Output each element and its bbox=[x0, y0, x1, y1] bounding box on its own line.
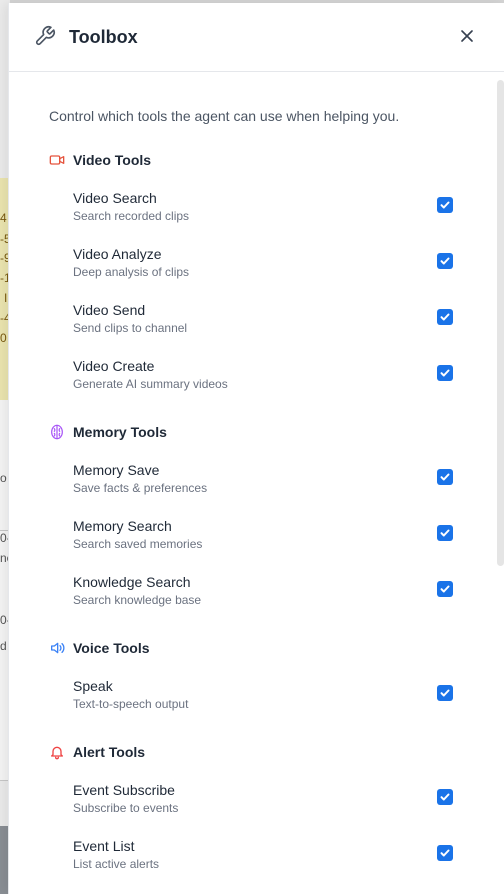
wrench-icon bbox=[35, 26, 55, 46]
tool-description: List active alerts bbox=[73, 857, 160, 871]
video-send-checkbox[interactable] bbox=[437, 309, 453, 325]
tool-name: Memory Search bbox=[73, 518, 172, 534]
video-create-checkbox[interactable] bbox=[437, 365, 453, 381]
tool-description: Send clips to channel bbox=[73, 321, 188, 335]
speaker-icon bbox=[51, 642, 65, 654]
checkmark-icon bbox=[440, 473, 450, 481]
checkmark-icon bbox=[440, 689, 450, 697]
tool-speak: Speak Text-to-speech output bbox=[73, 678, 473, 718]
tool-description: Subscribe to events bbox=[73, 801, 179, 815]
tool-knowledge-search: Knowledge Search Search knowledge base bbox=[73, 574, 473, 614]
panel-body: Control which tools the agent can use wh… bbox=[9, 72, 504, 893]
scrollbar[interactable] bbox=[497, 80, 504, 566]
panel-title: Toolbox bbox=[69, 27, 138, 47]
tool-name: Video Search bbox=[73, 190, 157, 206]
event-subscribe-checkbox[interactable] bbox=[437, 789, 453, 805]
checkmark-icon bbox=[440, 369, 450, 377]
tool-video-create: Video Create Generate AI summary videos bbox=[73, 358, 473, 398]
video-search-checkbox[interactable] bbox=[437, 197, 453, 213]
tool-description: Save facts & preferences bbox=[73, 481, 208, 495]
tool-event-list: Event List List active alerts bbox=[73, 838, 473, 878]
tool-description: Search knowledge base bbox=[73, 593, 202, 607]
memory-save-checkbox[interactable] bbox=[437, 469, 453, 485]
brain-icon bbox=[51, 424, 63, 440]
tool-event-subscribe: Event Subscribe Subscribe to events bbox=[73, 782, 473, 822]
speak-checkbox[interactable] bbox=[437, 685, 453, 701]
intro-text: Control which tools the agent can use wh… bbox=[49, 108, 400, 124]
section-memory-tools: Memory Tools bbox=[49, 423, 167, 441]
tool-video-send: Video Send Send clips to channel bbox=[73, 302, 473, 342]
background-text: 0 bbox=[0, 331, 7, 345]
tool-name: Event Subscribe bbox=[73, 782, 175, 798]
checkmark-icon bbox=[440, 201, 450, 209]
memory-search-checkbox[interactable] bbox=[437, 525, 453, 541]
tool-memory-save: Memory Save Save facts & preferences bbox=[73, 462, 473, 502]
tool-name: Video Analyze bbox=[73, 246, 162, 262]
video-analyze-checkbox[interactable] bbox=[437, 253, 453, 269]
section-alert-tools: Alert Tools bbox=[49, 743, 145, 761]
video-camera-icon bbox=[49, 155, 65, 165]
checkmark-icon bbox=[440, 257, 450, 265]
background-text: I bbox=[4, 291, 8, 305]
tool-description: Text-to-speech output bbox=[73, 697, 189, 711]
tool-name: Speak bbox=[73, 678, 113, 694]
toolbox-panel: Toolbox Control which tools the agent ca… bbox=[8, 3, 504, 894]
section-title: Memory Tools bbox=[73, 424, 167, 440]
tool-description: Search saved memories bbox=[73, 537, 203, 551]
tool-name: Event List bbox=[73, 838, 135, 854]
checkmark-icon bbox=[440, 793, 450, 801]
section-voice-tools: Voice Tools bbox=[49, 639, 150, 657]
tool-description: Generate AI summary videos bbox=[73, 377, 228, 391]
tool-memory-search: Memory Search Search saved memories bbox=[73, 518, 473, 558]
tool-video-search: Video Search Search recorded clips bbox=[73, 190, 473, 230]
section-title: Alert Tools bbox=[73, 744, 146, 760]
tool-video-analyze: Video Analyze Deep analysis of clips bbox=[73, 246, 473, 286]
close-icon[interactable] bbox=[457, 26, 477, 46]
checkmark-icon bbox=[440, 585, 450, 593]
tool-name: Memory Save bbox=[73, 462, 160, 478]
bell-icon bbox=[51, 746, 63, 760]
section-video-tools: Video Tools bbox=[49, 151, 151, 169]
event-list-checkbox[interactable] bbox=[437, 845, 453, 861]
checkmark-icon bbox=[440, 529, 450, 537]
background-text: o bbox=[0, 471, 7, 485]
tool-name: Knowledge Search bbox=[73, 574, 191, 590]
tool-name: Video Create bbox=[73, 358, 155, 374]
knowledge-search-checkbox[interactable] bbox=[437, 581, 453, 597]
panel-header: Toolbox bbox=[9, 3, 504, 72]
section-title: Voice Tools bbox=[73, 640, 150, 656]
tool-name: Video Send bbox=[73, 302, 146, 318]
checkmark-icon bbox=[440, 849, 450, 857]
tool-description: Deep analysis of clips bbox=[73, 265, 190, 279]
tool-description: Search recorded clips bbox=[73, 209, 190, 223]
section-title: Video Tools bbox=[73, 152, 152, 168]
background-text: d bbox=[0, 639, 7, 653]
checkmark-icon bbox=[440, 313, 450, 321]
background-text: 4 bbox=[0, 211, 7, 225]
